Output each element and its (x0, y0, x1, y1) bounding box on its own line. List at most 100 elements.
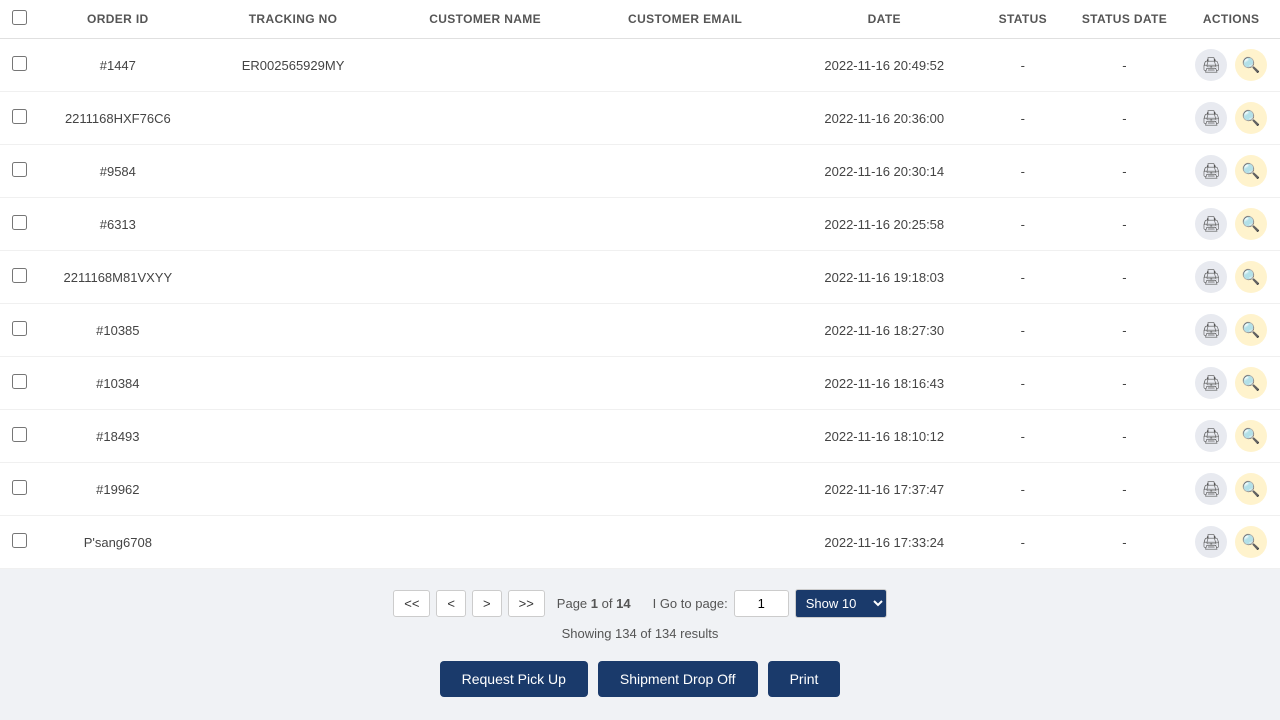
row-checkbox-cell[interactable] (0, 251, 39, 304)
row-print-button[interactable]: 🖨 (1195, 420, 1227, 452)
row-customer-name (390, 145, 581, 198)
row-actions: 🖨 🔍 (1182, 39, 1280, 92)
row-checkbox[interactable] (12, 480, 27, 495)
row-checkbox-cell[interactable] (0, 92, 39, 145)
request-pickup-button[interactable]: Request Pick Up (440, 661, 588, 697)
row-actions: 🖨 🔍 (1182, 198, 1280, 251)
row-view-button[interactable]: 🔍 (1235, 102, 1267, 134)
row-customer-name (390, 39, 581, 92)
row-customer-name (390, 304, 581, 357)
magnifier-icon: 🔍 (1242, 480, 1261, 498)
row-checkbox[interactable] (12, 427, 27, 442)
row-checkbox[interactable] (12, 321, 27, 336)
row-status-date: - (1067, 410, 1182, 463)
row-customer-email (581, 516, 790, 569)
row-order-id: #9584 (39, 145, 196, 198)
row-status-date: - (1067, 516, 1182, 569)
row-checkbox[interactable] (12, 374, 27, 389)
row-status: - (979, 463, 1067, 516)
row-view-button[interactable]: 🔍 (1235, 49, 1267, 81)
row-checkbox-cell[interactable] (0, 463, 39, 516)
row-customer-email (581, 92, 790, 145)
row-checkbox-cell[interactable] (0, 516, 39, 569)
orders-table-container: ORDER ID TRACKING NO CUSTOMER NAME CUSTO… (0, 0, 1280, 569)
row-view-button[interactable]: 🔍 (1235, 526, 1267, 558)
row-status-date: - (1067, 145, 1182, 198)
row-checkbox[interactable] (12, 56, 27, 71)
row-view-button[interactable]: 🔍 (1235, 314, 1267, 346)
row-tracking-no (196, 304, 389, 357)
row-status-date: - (1067, 92, 1182, 145)
row-view-button[interactable]: 🔍 (1235, 420, 1267, 452)
printer-icon: 🖨 (1202, 374, 1221, 392)
page-text: Page (557, 596, 587, 611)
row-status-date: - (1067, 463, 1182, 516)
of-text: of (602, 596, 613, 611)
first-page-button[interactable]: << (393, 590, 430, 617)
total-pages: 14 (616, 596, 630, 611)
printer-icon: 🖨 (1202, 533, 1221, 551)
row-actions: 🖨 🔍 (1182, 251, 1280, 304)
magnifier-icon: 🔍 (1242, 268, 1261, 286)
row-tracking-no (196, 463, 389, 516)
row-print-button[interactable]: 🖨 (1195, 102, 1227, 134)
row-print-button[interactable]: 🖨 (1195, 49, 1227, 81)
next-page-button[interactable]: > (472, 590, 502, 617)
goto-input[interactable] (734, 590, 789, 617)
row-date: 2022-11-16 17:33:24 (790, 516, 979, 569)
row-view-button[interactable]: 🔍 (1235, 208, 1267, 240)
row-order-id: P'sang6708 (39, 516, 196, 569)
select-all-checkbox[interactable] (12, 10, 27, 25)
table-row: P'sang6708 2022-11-16 17:33:24 - - 🖨 🔍 (0, 516, 1280, 569)
show-select[interactable]: Show 10 Show 25 Show 50 Show 100 (795, 589, 887, 618)
table-row: 2211168HXF76C6 2022-11-16 20:36:00 - - 🖨… (0, 92, 1280, 145)
table-row: #6313 2022-11-16 20:25:58 - - 🖨 🔍 (0, 198, 1280, 251)
row-checkbox-cell[interactable] (0, 357, 39, 410)
row-status: - (979, 304, 1067, 357)
row-checkbox[interactable] (12, 533, 27, 548)
row-status-date: - (1067, 198, 1182, 251)
shipment-dropoff-button[interactable]: Shipment Drop Off (598, 661, 758, 697)
row-print-button[interactable]: 🖨 (1195, 367, 1227, 399)
table-row: #19962 2022-11-16 17:37:47 - - 🖨 🔍 (0, 463, 1280, 516)
row-order-id: #10385 (39, 304, 196, 357)
row-checkbox-cell[interactable] (0, 145, 39, 198)
select-all-header[interactable] (0, 0, 39, 39)
row-checkbox-cell[interactable] (0, 39, 39, 92)
row-order-id: #6313 (39, 198, 196, 251)
row-checkbox[interactable] (12, 109, 27, 124)
last-page-button[interactable]: >> (508, 590, 545, 617)
current-page: 1 (591, 596, 598, 611)
row-status: - (979, 516, 1067, 569)
row-status-date: - (1067, 39, 1182, 92)
row-print-button[interactable]: 🖨 (1195, 526, 1227, 558)
row-view-button[interactable]: 🔍 (1235, 261, 1267, 293)
row-date: 2022-11-16 20:30:14 (790, 145, 979, 198)
row-checkbox-cell[interactable] (0, 410, 39, 463)
row-view-button[interactable]: 🔍 (1235, 473, 1267, 505)
row-print-button[interactable]: 🖨 (1195, 208, 1227, 240)
row-customer-name (390, 516, 581, 569)
row-print-button[interactable]: 🖨 (1195, 155, 1227, 187)
table-row: #10385 2022-11-16 18:27:30 - - 🖨 🔍 (0, 304, 1280, 357)
row-status: - (979, 92, 1067, 145)
row-print-button[interactable]: 🖨 (1195, 261, 1227, 293)
row-checkbox[interactable] (12, 162, 27, 177)
row-print-button[interactable]: 🖨 (1195, 314, 1227, 346)
print-button[interactable]: Print (768, 661, 841, 697)
pagination-row: << < > >> Page 1 of 14 I Go to page: Sho… (393, 589, 887, 618)
col-header-date: DATE (790, 0, 979, 39)
row-tracking-no (196, 251, 389, 304)
row-checkbox[interactable] (12, 268, 27, 283)
prev-page-button[interactable]: < (436, 590, 466, 617)
action-buttons-row: Request Pick Up Shipment Drop Off Print (440, 661, 841, 697)
page-info: Page 1 of 14 (557, 596, 631, 611)
row-view-button[interactable]: 🔍 (1235, 155, 1267, 187)
row-print-button[interactable]: 🖨 (1195, 473, 1227, 505)
magnifier-icon: 🔍 (1242, 427, 1261, 445)
row-checkbox[interactable] (12, 215, 27, 230)
row-view-button[interactable]: 🔍 (1235, 367, 1267, 399)
row-checkbox-cell[interactable] (0, 198, 39, 251)
pagination-area: << < > >> Page 1 of 14 I Go to page: Sho… (0, 569, 1280, 707)
row-checkbox-cell[interactable] (0, 304, 39, 357)
